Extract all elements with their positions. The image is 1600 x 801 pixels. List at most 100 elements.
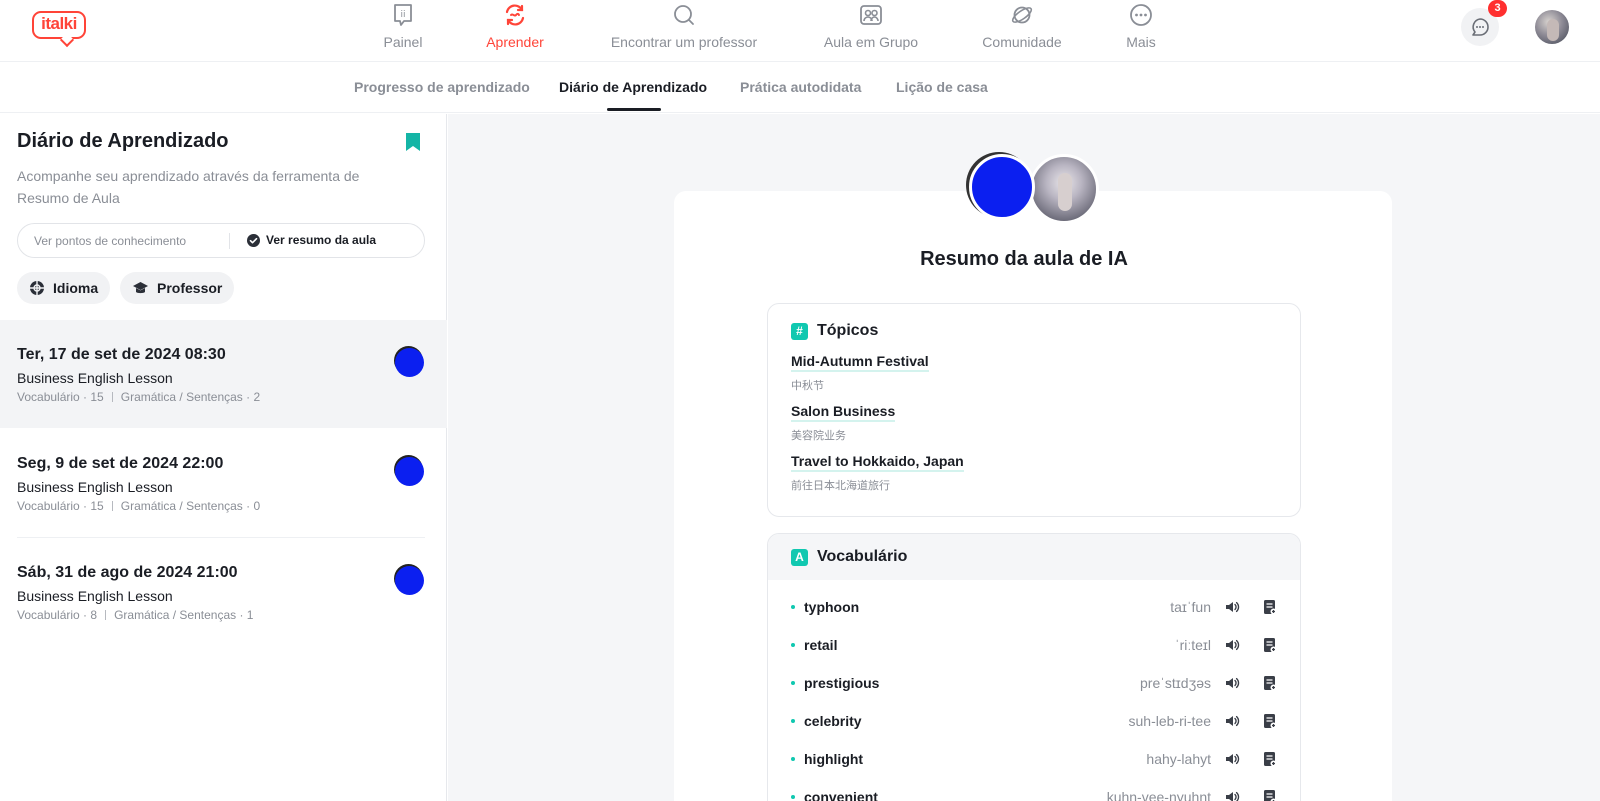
grammar-count: Gramática / Sentenças · 0 — [120, 499, 261, 513]
vocabulary-item: retail ˈriːteɪl — [791, 626, 1279, 664]
vocab-word[interactable]: prestigious — [804, 675, 879, 691]
bookmark-icon[interactable] — [405, 132, 421, 152]
bullet-dot — [791, 795, 795, 799]
dashboard-icon: ii — [390, 2, 416, 28]
topic-translation: 美容院业务 — [791, 430, 846, 442]
student-avatar-large — [1029, 154, 1099, 224]
vocabulary-item: typhoon taɪˈfun — [791, 588, 1279, 626]
planet-icon — [1009, 2, 1035, 28]
lesson-stats: Vocabulário · 15 Gramática / Sentenças · … — [17, 390, 260, 404]
vocab-pronunciation: preˈstɪdʒəs — [1140, 675, 1211, 691]
vocab-word[interactable]: typhoon — [804, 599, 859, 615]
lesson-list-item[interactable]: Sáb, 31 de ago de 2024 21:00 Business En… — [0, 538, 447, 646]
teacher-avatar — [395, 566, 424, 595]
nav-item-group-class[interactable]: Aula em Grupo — [818, 2, 924, 56]
language-filter-chip[interactable]: Idioma — [17, 272, 111, 304]
stats-divider — [105, 610, 107, 620]
summary-title: Resumo da aula de IA — [920, 248, 1128, 270]
topics-heading: Tópicos — [817, 322, 879, 339]
tab-learning-diary[interactable]: Diário de Aprendizado — [559, 79, 707, 95]
lesson-date: Sáb, 31 de ago de 2024 21:00 — [17, 564, 238, 581]
view-lesson-summary-option[interactable]: Ver resumo da aula — [247, 233, 376, 247]
letter-a-icon: A — [791, 548, 808, 566]
lesson-date: Ter, 17 de set de 2024 08:30 — [17, 346, 226, 363]
lesson-stats: Vocabulário · 15 Gramática / Sentenças · … — [17, 499, 260, 513]
tab-self-practice[interactable]: Prática autodidata — [740, 79, 861, 95]
lesson-name: Business English Lesson — [17, 588, 173, 604]
vocab-pronunciation: taɪˈfun — [1170, 599, 1211, 615]
tab-learning-progress[interactable]: Progresso de aprendizado — [354, 79, 530, 95]
vocab-count: Vocabulário · 15 — [17, 390, 104, 404]
vocabulary-item: prestigious preˈstɪdʒəs — [791, 664, 1279, 702]
lesson-name: Business English Lesson — [17, 370, 173, 386]
lesson-stats: Vocabulário · 8 Gramática / Sentenças · 1 — [17, 608, 253, 622]
language-icon — [30, 281, 44, 295]
active-tab-indicator — [607, 108, 661, 111]
vocab-count: Vocabulário · 8 — [17, 608, 98, 622]
italki-logo[interactable]: italki — [32, 11, 88, 48]
vocab-word[interactable]: celebrity — [804, 713, 862, 729]
user-avatar[interactable] — [1535, 10, 1569, 44]
nav-item-aprender[interactable]: Aprender — [482, 2, 548, 56]
learn-subnav: Progresso de aprendizado Diário de Apren… — [0, 63, 1600, 113]
add-note-icon[interactable] — [1261, 636, 1279, 654]
teacher-filter-chip[interactable]: Professor — [120, 272, 235, 304]
speaker-icon[interactable] — [1223, 598, 1241, 616]
tab-homework[interactable]: Lição de casa — [896, 79, 988, 95]
topic-title: Mid-Autumn Festival — [791, 352, 929, 372]
nav-item-community[interactable]: Comunidade — [978, 2, 1066, 56]
lesson-list-item[interactable]: Ter, 17 de set de 2024 08:30 Business En… — [0, 320, 447, 428]
speaker-icon[interactable] — [1223, 750, 1241, 768]
nav-item-label: Aprender — [486, 34, 544, 50]
sidebar-description: Acompanhe seu aprendizado através da fer… — [17, 168, 360, 206]
nav-item-find-teacher[interactable]: Encontrar um professor — [604, 2, 764, 56]
speaker-icon[interactable] — [1223, 788, 1241, 801]
topic-title: Salon Business — [791, 402, 896, 422]
grammar-count: Gramática / Sentenças · 1 — [114, 608, 254, 622]
hashtag-icon: # — [791, 322, 808, 340]
vocabulary-header: A Vocabulário — [768, 534, 1300, 580]
add-note-icon[interactable] — [1261, 750, 1279, 768]
vocabulary-item: celebrity suh-leb-ri-tee — [791, 702, 1279, 740]
speaker-icon[interactable] — [1223, 674, 1241, 692]
teacher-filter-label: Professor — [157, 280, 223, 296]
nav-item-label: Comunidade — [982, 34, 1062, 50]
nav-item-more[interactable]: Mais — [1124, 2, 1158, 56]
vocab-word[interactable]: retail — [804, 637, 837, 653]
view-knowledge-points-option[interactable]: Ver pontos de conhecimento — [34, 234, 186, 248]
bullet-dot — [791, 643, 795, 647]
stats-divider — [111, 501, 113, 511]
vocabulary-item: highlight hahy-lahyt — [791, 740, 1279, 778]
lesson-list-item[interactable]: Seg, 9 de set de 2024 22:00 Business Eng… — [0, 429, 447, 537]
language-filter-label: Idioma — [53, 280, 99, 296]
lesson-date: Seg, 9 de set de 2024 22:00 — [17, 455, 224, 472]
vocab-word[interactable]: convenient — [804, 789, 878, 801]
teacher-avatar-large — [969, 154, 1035, 220]
graduation-cap-icon — [133, 282, 148, 294]
add-note-icon[interactable] — [1261, 598, 1279, 616]
nav-item-painel[interactable]: ii Painel — [378, 2, 428, 56]
add-note-icon[interactable] — [1261, 788, 1279, 801]
bullet-dot — [791, 757, 795, 761]
check-circle-icon — [247, 233, 260, 247]
vocab-pronunciation: kuhn-vee-nyuhnt — [1106, 789, 1211, 801]
speaker-icon[interactable] — [1223, 712, 1241, 730]
logo-text: italki — [41, 14, 77, 33]
stats-divider — [111, 392, 113, 402]
add-note-icon[interactable] — [1261, 712, 1279, 730]
teacher-avatar — [395, 457, 424, 486]
topic-item: Travel to Hokkaido, Japan 前往日本北海道旅行 — [791, 452, 964, 493]
search-icon — [671, 2, 697, 28]
chat-bubble-icon — [1472, 18, 1489, 36]
bullet-dot — [791, 681, 795, 685]
vocab-pronunciation: suh-leb-ri-tee — [1128, 713, 1211, 729]
vocab-word[interactable]: highlight — [804, 751, 863, 767]
messages-count-badge: 3 — [1488, 0, 1507, 17]
vocab-pronunciation: hahy-lahyt — [1146, 751, 1211, 767]
speaker-icon[interactable] — [1223, 636, 1241, 654]
top-navigation: italki ii Painel Aprender Encontrar um p… — [0, 0, 1600, 62]
topic-item: Mid-Autumn Festival 中秋节 — [791, 352, 929, 393]
vocabulary-section: A Vocabulário typhoon taɪˈfun retail ˈriːte… — [767, 533, 1301, 801]
vocab-count: Vocabulário · 15 — [17, 499, 104, 513]
add-note-icon[interactable] — [1261, 674, 1279, 692]
